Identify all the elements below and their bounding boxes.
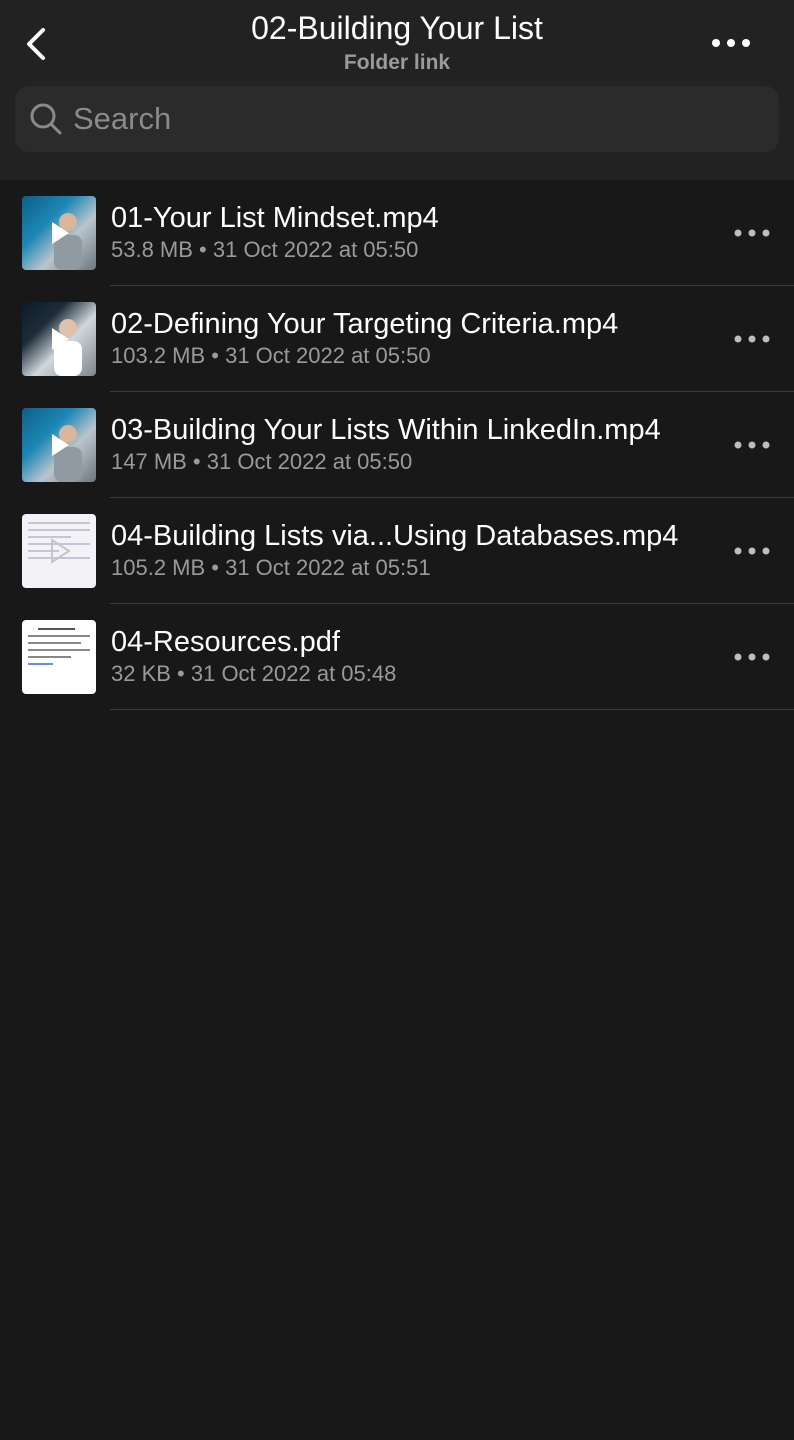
video-thumbnail — [22, 302, 96, 376]
row-more-button[interactable] — [728, 536, 776, 566]
document-preview — [28, 628, 90, 670]
file-name: 03-Building Your Lists Within LinkedIn.m… — [111, 414, 661, 446]
file-meta: 32 KB • 31 Oct 2022 at 05:48 — [111, 661, 397, 686]
row-more-button[interactable] — [728, 218, 776, 248]
play-icon — [52, 222, 69, 244]
row-more-button[interactable] — [728, 430, 776, 460]
file-name: 01-Your List Mindset.mp4 — [111, 202, 439, 234]
file-meta: 53.8 MB • 31 Oct 2022 at 05:50 — [111, 237, 419, 262]
top-bar: 02-Building Your List Folder link — [0, 0, 794, 180]
play-icon — [52, 328, 69, 350]
file-meta: 103.2 MB • 31 Oct 2022 at 05:50 — [111, 343, 431, 368]
list-item[interactable]: 04-Building Lists via...Using Databases.… — [0, 498, 794, 604]
header-more-button[interactable] — [706, 24, 756, 62]
play-icon — [52, 434, 69, 456]
more-horizontal-icon — [734, 229, 770, 237]
more-horizontal-icon — [734, 335, 770, 343]
play-icon — [51, 538, 71, 564]
video-thumbnail — [22, 196, 96, 270]
chevron-left-icon — [27, 28, 45, 60]
row-more-button[interactable] — [728, 642, 776, 672]
file-meta: 105.2 MB • 31 Oct 2022 at 05:51 — [111, 555, 431, 580]
more-horizontal-icon — [734, 547, 770, 555]
more-horizontal-icon — [712, 39, 750, 47]
more-horizontal-icon — [734, 441, 770, 449]
page-title: 02-Building Your List — [251, 10, 543, 46]
file-name: 04-Building Lists via...Using Databases.… — [111, 520, 679, 552]
file-meta: 147 MB • 31 Oct 2022 at 05:50 — [111, 449, 413, 474]
video-thumbnail — [22, 514, 96, 588]
file-name: 02-Defining Your Targeting Criteria.mp4 — [111, 308, 619, 340]
pdf-thumbnail — [22, 620, 96, 694]
divider — [110, 709, 794, 710]
video-thumbnail — [22, 408, 96, 482]
list-item[interactable]: 03-Building Your Lists Within LinkedIn.m… — [0, 392, 794, 498]
list-item[interactable]: 02-Defining Your Targeting Criteria.mp4 … — [0, 286, 794, 392]
search-icon — [30, 103, 62, 135]
search-input[interactable] — [73, 86, 763, 152]
page-subtitle: Folder link — [343, 51, 451, 74]
more-horizontal-icon — [734, 653, 770, 661]
list-item[interactable]: 04-Resources.pdf 32 KB • 31 Oct 2022 at … — [0, 604, 794, 710]
list-item[interactable]: 01-Your List Mindset.mp4 53.8 MB • 31 Oc… — [0, 180, 794, 286]
file-name: 04-Resources.pdf — [111, 626, 340, 658]
header-title-group: 02-Building Your List Folder link — [120, 8, 674, 76]
file-list: 01-Your List Mindset.mp4 53.8 MB • 31 Oc… — [0, 180, 794, 710]
search-bar[interactable] — [15, 86, 779, 152]
back-button[interactable] — [14, 22, 58, 66]
row-more-button[interactable] — [728, 324, 776, 354]
